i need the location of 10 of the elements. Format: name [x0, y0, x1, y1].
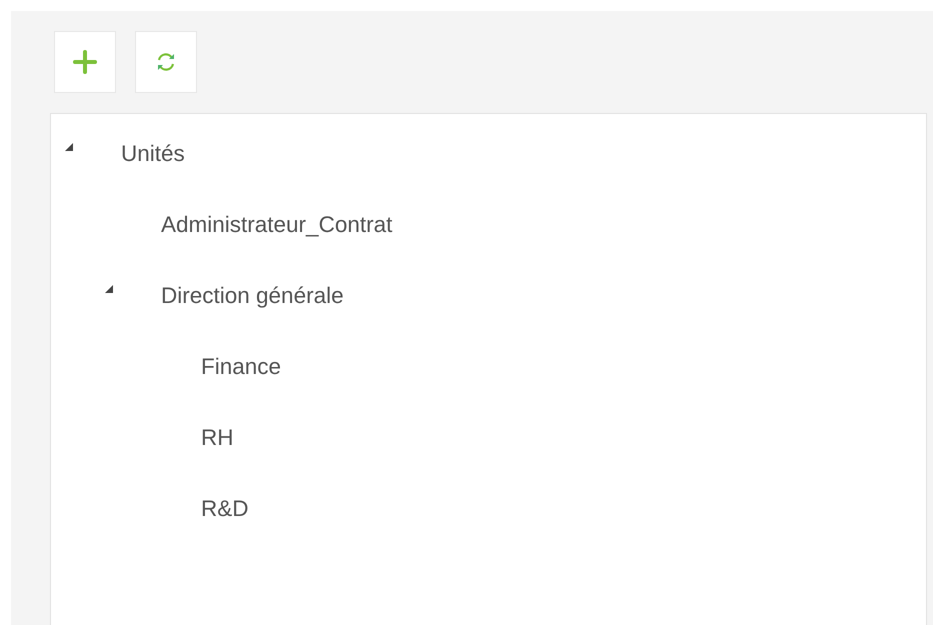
tree-item[interactable]: RH	[201, 424, 234, 450]
plus-icon	[73, 50, 97, 74]
tree-item[interactable]: Direction générale	[161, 282, 344, 308]
expand-triangle-icon[interactable]	[103, 282, 115, 294]
tree-item[interactable]: Administrateur_Contrat	[161, 212, 392, 238]
expand-triangle-icon[interactable]	[63, 140, 75, 152]
refresh-icon	[155, 51, 177, 73]
tree-item[interactable]: Unités	[121, 140, 185, 166]
tree-item[interactable]: R&D	[201, 496, 249, 522]
tree-item[interactable]: Finance	[201, 354, 282, 380]
